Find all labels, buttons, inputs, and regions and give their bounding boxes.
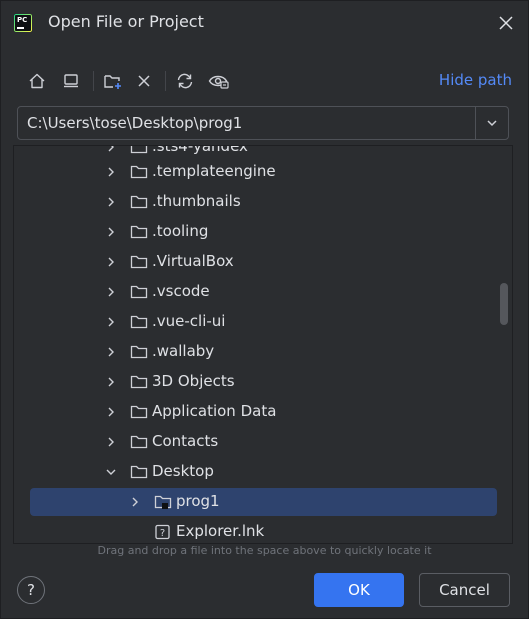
close-button[interactable]: [498, 15, 514, 31]
tree-row-label: .templateengine: [152, 162, 276, 180]
tree-row[interactable]: .VirtualBox: [14, 247, 512, 277]
dialog-title: Open File or Project: [48, 12, 204, 31]
toolbar: Hide path: [17, 65, 512, 97]
home-button[interactable]: [25, 69, 49, 93]
desktop-icon: [64, 74, 78, 88]
tree-row[interactable]: Contacts: [14, 427, 512, 457]
help-button[interactable]: ?: [17, 576, 45, 604]
chevron-right-icon[interactable]: [104, 285, 118, 299]
folder-icon: [130, 165, 148, 179]
desktop-button[interactable]: [59, 69, 83, 93]
tree-row-label: Explorer.lnk: [176, 522, 265, 540]
tree-row[interactable]: .thumbnails: [14, 187, 512, 217]
new-folder-button[interactable]: [101, 69, 125, 93]
tree-row-label: .tooling: [152, 222, 209, 240]
folder-icon: [130, 255, 148, 269]
folder-icon: [154, 495, 172, 509]
close-icon: [499, 16, 513, 30]
tree-row[interactable]: Application Data: [14, 397, 512, 427]
folder-icon: [130, 465, 148, 479]
refresh-icon: [177, 73, 193, 89]
show-hidden-files-button[interactable]: [207, 69, 231, 93]
chevron-right-icon[interactable]: [104, 405, 118, 419]
delete-button[interactable]: [132, 69, 156, 93]
hide-path-link[interactable]: Hide path: [439, 71, 512, 89]
chevron-right-icon[interactable]: [104, 165, 118, 179]
folder-icon: [130, 345, 148, 359]
folder-icon: [130, 315, 148, 329]
new-folder-icon: [104, 75, 121, 89]
path-history-dropdown[interactable]: [475, 107, 508, 139]
tree-row[interactable]: .vscode: [14, 277, 512, 307]
ok-button[interactable]: OK: [314, 573, 404, 607]
tree-row[interactable]: .vue-cli-ui: [14, 307, 512, 337]
path-input[interactable]: [18, 107, 474, 139]
show-hidden-icon: [208, 75, 229, 89]
tree-row[interactable]: .tooling: [14, 217, 512, 247]
folder-icon: [130, 285, 148, 299]
folder-icon: [130, 375, 148, 389]
svg-text:?: ?: [160, 528, 165, 539]
tree-row-label: .vue-cli-ui: [152, 312, 226, 330]
chevron-right-icon[interactable]: [128, 495, 142, 509]
chevron-down-icon: [487, 120, 497, 127]
delete-icon: [138, 75, 150, 87]
tree-row[interactable]: 3D Objects: [14, 367, 512, 397]
refresh-button[interactable]: [173, 69, 197, 93]
tree-row-label: .sts4-yandex: [152, 145, 248, 155]
tree-row-label: 3D Objects: [152, 372, 235, 390]
folder-icon: [130, 405, 148, 419]
tree-row-label: Application Data: [152, 402, 277, 420]
chevron-right-icon[interactable]: [104, 375, 118, 389]
title-bar: PC Open File or Project: [1, 1, 528, 45]
home-icon: [29, 73, 45, 89]
tree-row-selected[interactable]: prog1: [14, 487, 512, 517]
tree-row-label: Desktop: [152, 462, 214, 480]
tree-row-label: prog1: [176, 492, 220, 510]
folder-icon: [130, 435, 148, 449]
chevron-right-icon[interactable]: [104, 255, 118, 269]
drag-drop-hint: Drag and drop a file into the space abov…: [97, 544, 432, 557]
toolbar-separator: [93, 71, 94, 91]
path-combobox: [17, 106, 509, 140]
tree-row-label: .VirtualBox: [152, 252, 234, 270]
open-file-dialog: PC Open File or Project Hide path C:\Use…: [0, 0, 529, 619]
tree-row-label: Contacts: [152, 432, 219, 450]
folder-icon: [130, 195, 148, 209]
selection-highlight: [30, 488, 497, 516]
unknown-file-icon: ?: [155, 524, 170, 540]
tree-row-label: .wallaby: [152, 342, 215, 360]
tree-row[interactable]: Desktop: [14, 457, 512, 487]
chevron-right-icon[interactable]: [104, 195, 118, 209]
chevron-right-icon[interactable]: [104, 345, 118, 359]
tree-row[interactable]: .wallaby: [14, 337, 512, 367]
vertical-scrollbar-thumb[interactable]: [500, 283, 508, 325]
toolbar-separator: [165, 71, 166, 91]
pycharm-logo-icon: PC: [14, 14, 32, 32]
folder-icon: [130, 225, 148, 239]
cancel-button[interactable]: Cancel: [419, 573, 510, 607]
folder-icon: [130, 146, 148, 154]
tree-row-label: .vscode: [152, 282, 210, 300]
chevron-right-icon[interactable]: [104, 435, 118, 449]
chevron-right-icon[interactable]: [104, 315, 118, 329]
tree-row[interactable]: .templateengine: [14, 157, 512, 187]
chevron-down-icon[interactable]: [104, 465, 118, 479]
chevron-right-icon[interactable]: [104, 145, 118, 154]
file-tree[interactable]: .sts4-yandex .templateengine .thumbnails.…: [13, 145, 513, 544]
tree-row-label: .thumbnails: [152, 192, 241, 210]
chevron-right-icon[interactable]: [104, 225, 118, 239]
tree-row[interactable]: ? Explorer.lnk: [14, 517, 512, 543]
